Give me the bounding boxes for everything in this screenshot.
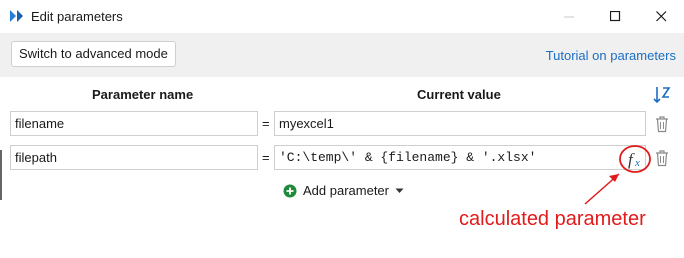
current-value-header: Current value xyxy=(417,87,501,102)
annotation-arrow xyxy=(584,173,620,205)
add-parameter-label: Add parameter xyxy=(303,183,389,198)
close-button[interactable] xyxy=(638,0,684,33)
maximize-button[interactable] xyxy=(592,0,638,33)
maximize-icon xyxy=(609,11,620,22)
equals-sign: = xyxy=(262,150,270,165)
equals-sign: = xyxy=(262,116,270,131)
parameter-name-header: Parameter name xyxy=(92,87,194,102)
trash-icon[interactable] xyxy=(654,149,670,167)
parameter-name-input[interactable]: filename xyxy=(10,111,258,136)
minimize-icon xyxy=(563,16,574,18)
window-title: Edit parameters xyxy=(31,9,123,24)
sort-icon[interactable] xyxy=(652,85,672,105)
edit-parameters-window: Edit parameters Switch to advanced mode … xyxy=(0,0,684,258)
minimize-button[interactable] xyxy=(546,0,592,33)
switch-advanced-mode-button[interactable]: Switch to advanced mode xyxy=(11,41,176,67)
current-value-input[interactable]: myexcel1 xyxy=(274,111,646,136)
annotation-label: calculated parameter xyxy=(459,208,646,230)
power-query-icon xyxy=(10,10,23,22)
window-edge-mark xyxy=(0,150,2,200)
parameter-name-input[interactable]: filepath xyxy=(10,145,258,170)
plus-circle-icon xyxy=(283,184,297,197)
close-icon xyxy=(655,11,666,22)
title-bar: Edit parameters xyxy=(0,0,684,33)
add-parameter-button[interactable]: Add parameter xyxy=(283,183,404,198)
caret-down-icon xyxy=(395,188,404,193)
trash-icon[interactable] xyxy=(654,115,670,133)
toolbar: Switch to advanced mode Tutorial on para… xyxy=(0,33,684,77)
tutorial-link[interactable]: Tutorial on parameters xyxy=(546,48,676,63)
